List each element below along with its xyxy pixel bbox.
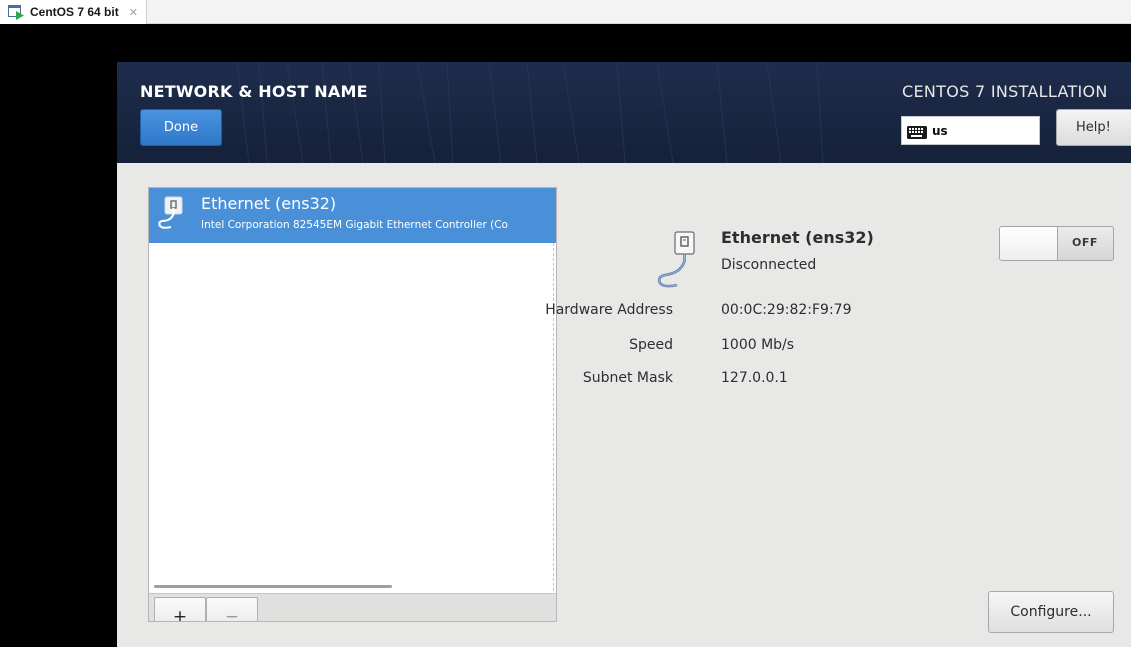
vm-tab-strip: CentOS 7 64 bit ✕ [0,0,1131,24]
property-label: Speed [629,337,673,353]
property-value: 127.0.0.1 [721,370,788,386]
vm-tab-title: CentOS 7 64 bit [30,5,119,19]
device-name: Ethernet (ens32) [201,194,337,213]
installer-window: NETWORK & HOST NAME Done CENTOS 7 INSTAL… [117,62,1131,647]
spoke-header: NETWORK & HOST NAME Done CENTOS 7 INSTAL… [117,62,1131,163]
header-background [236,62,824,163]
ethernet-cable-icon [157,194,187,234]
network-device-list[interactable]: Ethernet (ens32) Intel Corporation 82545… [148,187,557,622]
help-button[interactable]: Help! [1056,109,1131,146]
property-label: Subnet Mask [582,370,673,386]
keyboard-layout-indicator[interactable]: us [901,116,1040,145]
done-button[interactable]: Done [140,109,222,146]
add-device-button[interactable]: + [154,597,206,621]
list-divider [553,188,554,621]
property-row-speed: Speed 1000 Mb/s [557,337,1057,357]
vm-tab[interactable]: CentOS 7 64 bit ✕ [0,0,147,24]
device-list-toolbar: + − [149,593,556,621]
vm-display[interactable]: NETWORK & HOST NAME Done CENTOS 7 INSTAL… [0,24,1131,647]
close-icon[interactable]: ✕ [129,6,138,19]
list-item-ethernet-ens32[interactable]: Ethernet (ens32) Intel Corporation 82545… [149,188,556,243]
property-value: 1000 Mb/s [721,337,795,353]
remove-device-button[interactable]: − [206,597,258,621]
ethernet-cable-icon [655,229,695,291]
toggle-knob[interactable] [1000,227,1058,260]
page-title: NETWORK & HOST NAME [140,82,368,101]
keyboard-icon [907,124,927,139]
vm-play-icon [8,4,25,20]
device-description: Intel Corporation 82545EM Gigabit Ethern… [201,219,508,231]
connection-toggle[interactable]: OFF [999,226,1114,261]
property-row-subnet-mask: Subnet Mask 127.0.0.1 [557,370,1057,390]
property-value: 00:0C:29:82:F9:79 [721,302,852,318]
product-title: CENTOS 7 INSTALLATION [902,82,1108,101]
property-label: Hardware Address [545,302,673,318]
horizontal-scrollbar[interactable] [154,585,392,588]
property-row-hardware-address: Hardware Address 00:0C:29:82:F9:79 [545,302,1057,322]
connection-status: Disconnected [721,257,817,273]
toggle-state-label: OFF [1072,236,1098,249]
detail-device-name: Ethernet (ens32) [721,228,874,247]
keyboard-layout-label: us [932,123,948,138]
configure-button[interactable]: Configure... [988,591,1114,633]
